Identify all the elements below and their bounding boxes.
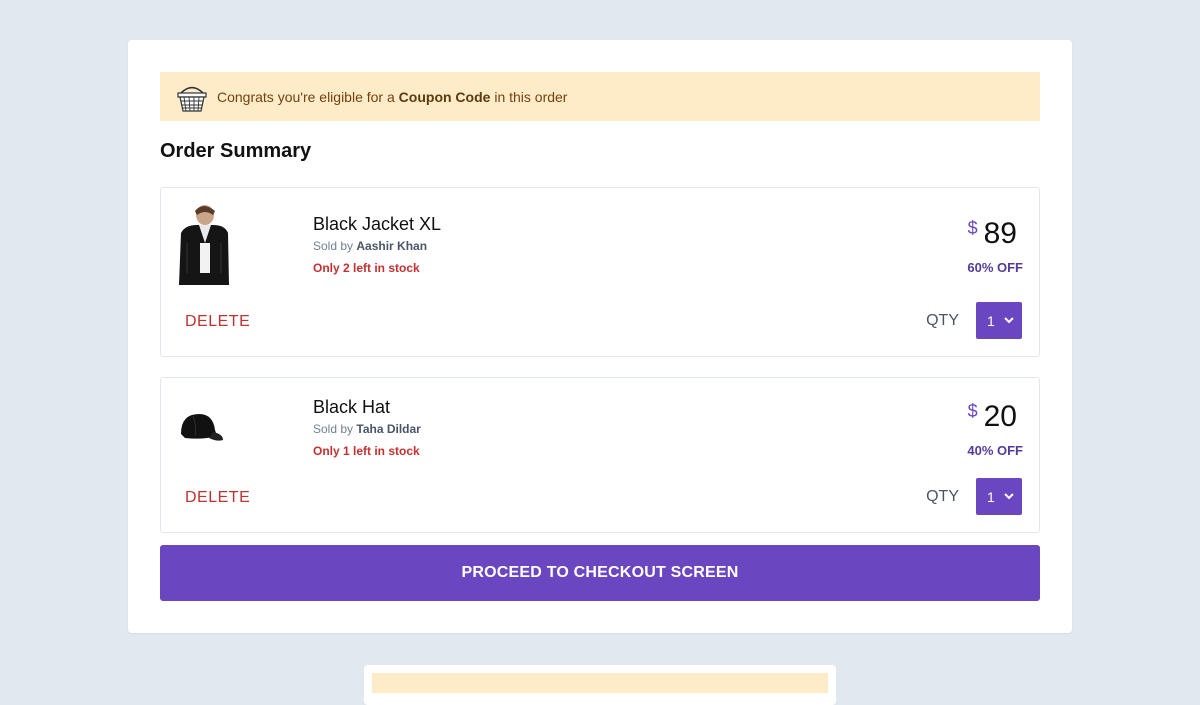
secondary-banner	[372, 673, 828, 693]
coupon-code-highlight: Coupon Code	[398, 88, 491, 105]
item-name[interactable]: Black Jacket XL	[313, 214, 441, 235]
secondary-card	[364, 665, 836, 705]
item-name[interactable]: Black Hat	[313, 397, 390, 418]
proceed-to-checkout-button[interactable]: PROCEED TO CHECKOUT SCREEN	[160, 545, 1040, 601]
cart-item: Black Hat Sold by Taha Dildar Only 1 lef…	[160, 377, 1040, 533]
order-summary-title: Order Summary	[160, 140, 312, 162]
coupon-prefix: Congrats you're eligible for a	[217, 88, 395, 105]
delete-button[interactable]: DELETE	[185, 313, 250, 331]
qty-label: QTY	[926, 312, 959, 329]
qty-value: 1	[987, 312, 995, 329]
jacket-image	[179, 205, 229, 285]
item-seller: Sold by Taha Dildar	[313, 422, 421, 436]
chevron-down-icon	[1004, 493, 1014, 500]
basket-icon	[177, 86, 207, 112]
hat-image	[181, 414, 223, 441]
quantity-select[interactable]: 1	[976, 302, 1022, 339]
cart-item: Black Jacket XL Sold by Aashir Khan Only…	[160, 187, 1040, 357]
discount-badge: 60% OFF	[967, 260, 1023, 275]
seller-name[interactable]: Taha Dildar	[356, 422, 420, 436]
sold-by-label: Sold by	[313, 422, 354, 436]
stock-warning: Only 1 left in stock	[313, 444, 420, 458]
currency-symbol: $	[967, 401, 978, 421]
price-amount: 89	[983, 217, 1017, 250]
qty-value: 1	[987, 488, 995, 505]
delete-button[interactable]: DELETE	[185, 489, 250, 507]
seller-name[interactable]: Aashir Khan	[356, 239, 427, 253]
qty-label: QTY	[926, 488, 959, 505]
chevron-down-icon	[1004, 317, 1014, 324]
quantity-select[interactable]: 1	[976, 478, 1022, 515]
item-price: $ 20	[968, 399, 1017, 435]
coupon-banner: Congrats you're eligible for a Coupon Co…	[160, 72, 1040, 121]
order-summary-card: Congrats you're eligible for a Coupon Co…	[128, 40, 1072, 633]
currency-symbol: $	[967, 218, 978, 238]
discount-badge: 40% OFF	[967, 443, 1023, 458]
item-price: $ 89	[968, 216, 1017, 252]
coupon-message: Congrats you're eligible for a Coupon Co…	[217, 89, 567, 105]
price-amount: 20	[983, 400, 1017, 433]
item-seller: Sold by Aashir Khan	[313, 239, 427, 253]
stock-warning: Only 2 left in stock	[313, 261, 420, 275]
coupon-suffix: in this order	[494, 88, 568, 105]
sold-by-label: Sold by	[313, 239, 354, 253]
